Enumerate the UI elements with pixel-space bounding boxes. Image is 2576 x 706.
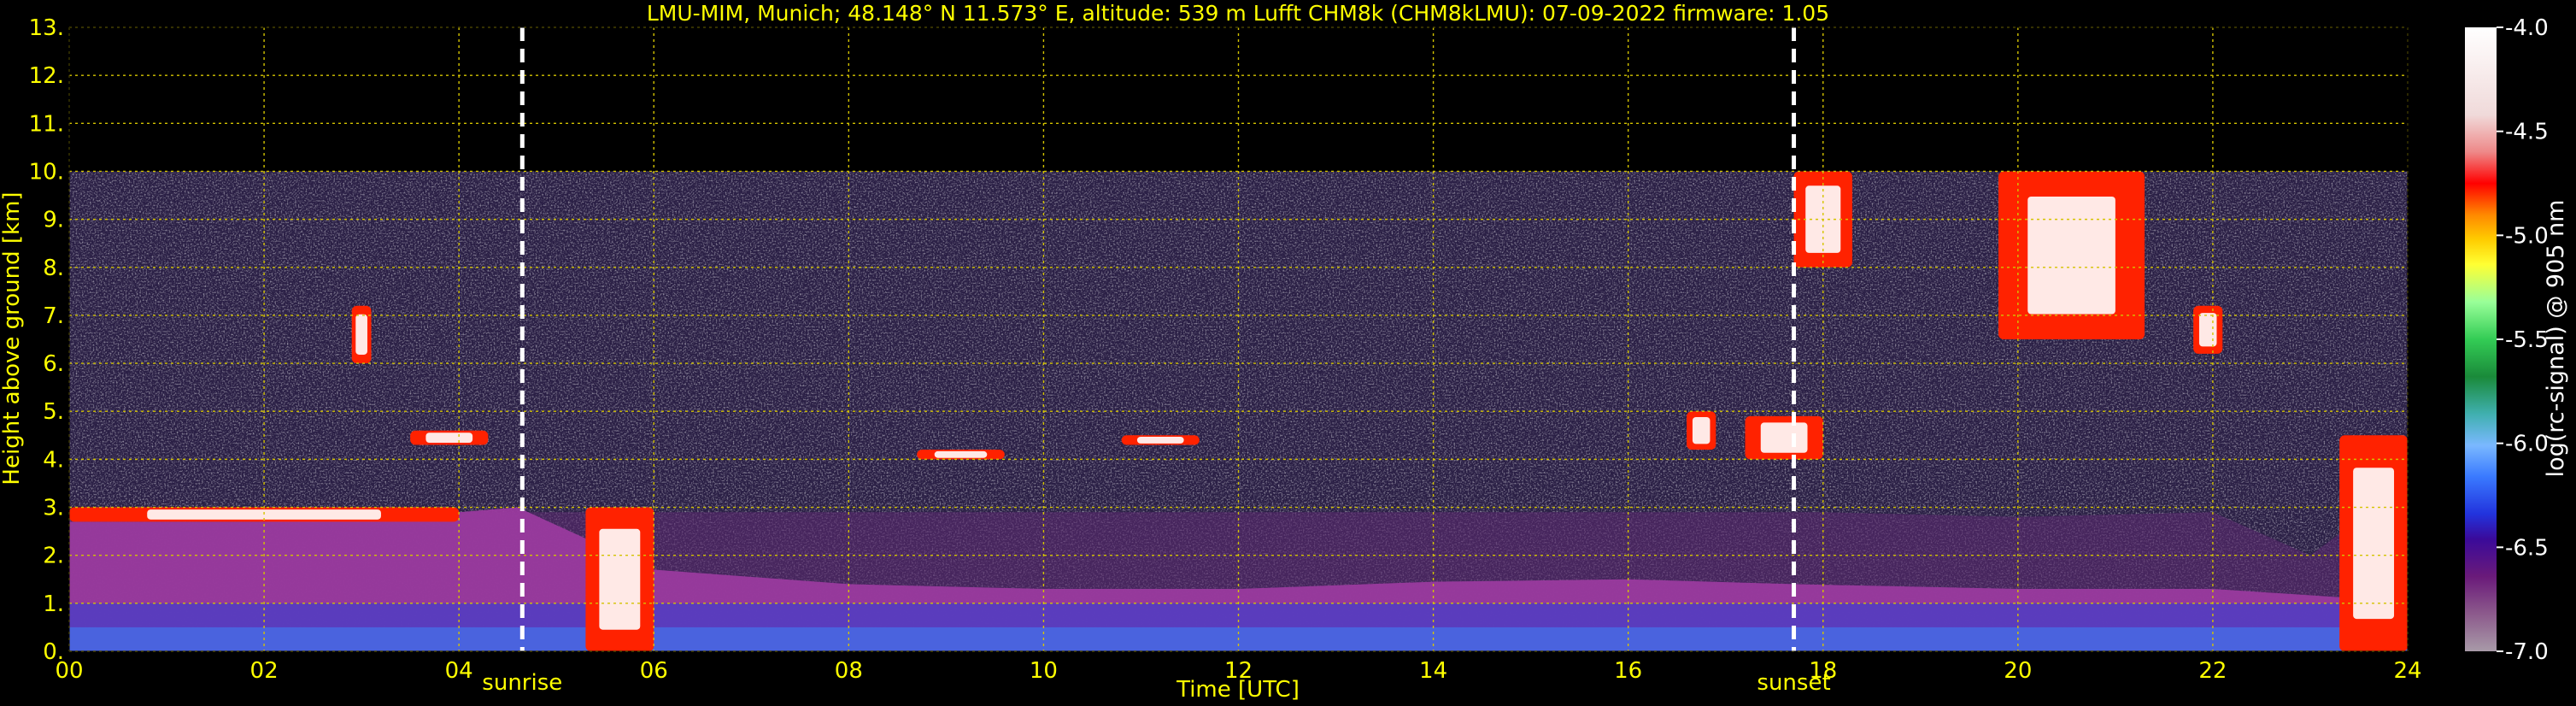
colorbar-tick-label: -4.0 (2505, 15, 2549, 41)
y-tick-label: 4. (43, 447, 64, 473)
x-tick-label: 08 (835, 658, 863, 684)
x-tick-label: 04 (445, 658, 473, 684)
y-tick-label: 10. (29, 159, 64, 185)
plot-area: 00 02 04 06 08 10 12 14 16 18 20 22 240.1.2.3.4.5.6.… (29, 15, 2422, 696)
y-tick-label: 1. (43, 591, 64, 617)
cloud-peak (1136, 436, 1184, 444)
colorbar-tick-label: -6.5 (2505, 535, 2549, 561)
y-axis-label: Height above ground [km] (0, 191, 25, 485)
chart-title: LMU-MIM, Munich; 48.148° N 11.573° E, al… (647, 1, 1829, 26)
y-tick-label: 12. (29, 63, 64, 89)
colorbar-gradient (2465, 27, 2497, 651)
ceilometer-backscatter-plot: LMU-MIM, Munich; 48.148° N 11.573° E, al… (0, 1, 2569, 703)
cloud-feature (1121, 435, 1200, 445)
x-axis-label: Time [UTC] (1176, 677, 1300, 703)
y-tick-label: 13. (29, 15, 64, 41)
colorbar-label: log(rc-signal) @ 905 nm (2543, 200, 2569, 478)
event-label-sunset: sunset (1757, 670, 1830, 696)
x-tick-label: 14 (1419, 658, 1447, 684)
y-tick-label: 11. (29, 111, 64, 137)
x-tick-label: 10 (1030, 658, 1058, 684)
cloud-peak (934, 450, 988, 458)
cloud-feature (1687, 411, 1716, 450)
cloud-peak (1760, 422, 1808, 453)
cloud-peak (2027, 196, 2115, 315)
colorbar-tick-label: -7.0 (2505, 639, 2549, 665)
x-tick-label: 16 (1614, 658, 1642, 684)
x-tick-label: 24 (2393, 658, 2421, 684)
cloud-feature (410, 430, 489, 445)
cloud-peak (1692, 416, 1710, 444)
colorbar-tick-label: -4.5 (2505, 120, 2549, 145)
y-tick-label: 3. (43, 496, 64, 521)
y-tick-label: 2. (43, 544, 64, 569)
y-tick-label: 9. (43, 208, 64, 233)
cloud-feature (351, 305, 372, 364)
cloud-feature (917, 450, 1005, 460)
y-tick-label: 0. (43, 639, 64, 665)
event-label-sunrise: sunrise (482, 670, 562, 696)
cloud-peak (599, 528, 641, 630)
colorbar: -4.0-4.5-5.0-5.5-6.0-6.5-7.0 (2465, 15, 2549, 665)
x-tick-label: 20 (2004, 658, 2032, 684)
y-tick-label: 7. (43, 303, 64, 329)
y-tick-label: 5. (43, 399, 64, 425)
cloud-feature (1998, 171, 2145, 339)
cloud-peak (425, 432, 473, 444)
cloud-feature (585, 507, 654, 651)
cloud-feature (2193, 305, 2223, 354)
x-tick-label: 02 (250, 658, 279, 684)
x-tick-label: 22 (2198, 658, 2227, 684)
y-tick-label: 6. (43, 351, 64, 377)
cloud-feature (2339, 435, 2408, 651)
cloud-feature (1745, 415, 1823, 460)
cloud-peak (2198, 313, 2217, 347)
cloud-peak (2353, 468, 2395, 620)
cloud-peak (355, 314, 367, 355)
x-tick-label: 06 (640, 658, 668, 684)
y-tick-label: 8. (43, 256, 64, 281)
